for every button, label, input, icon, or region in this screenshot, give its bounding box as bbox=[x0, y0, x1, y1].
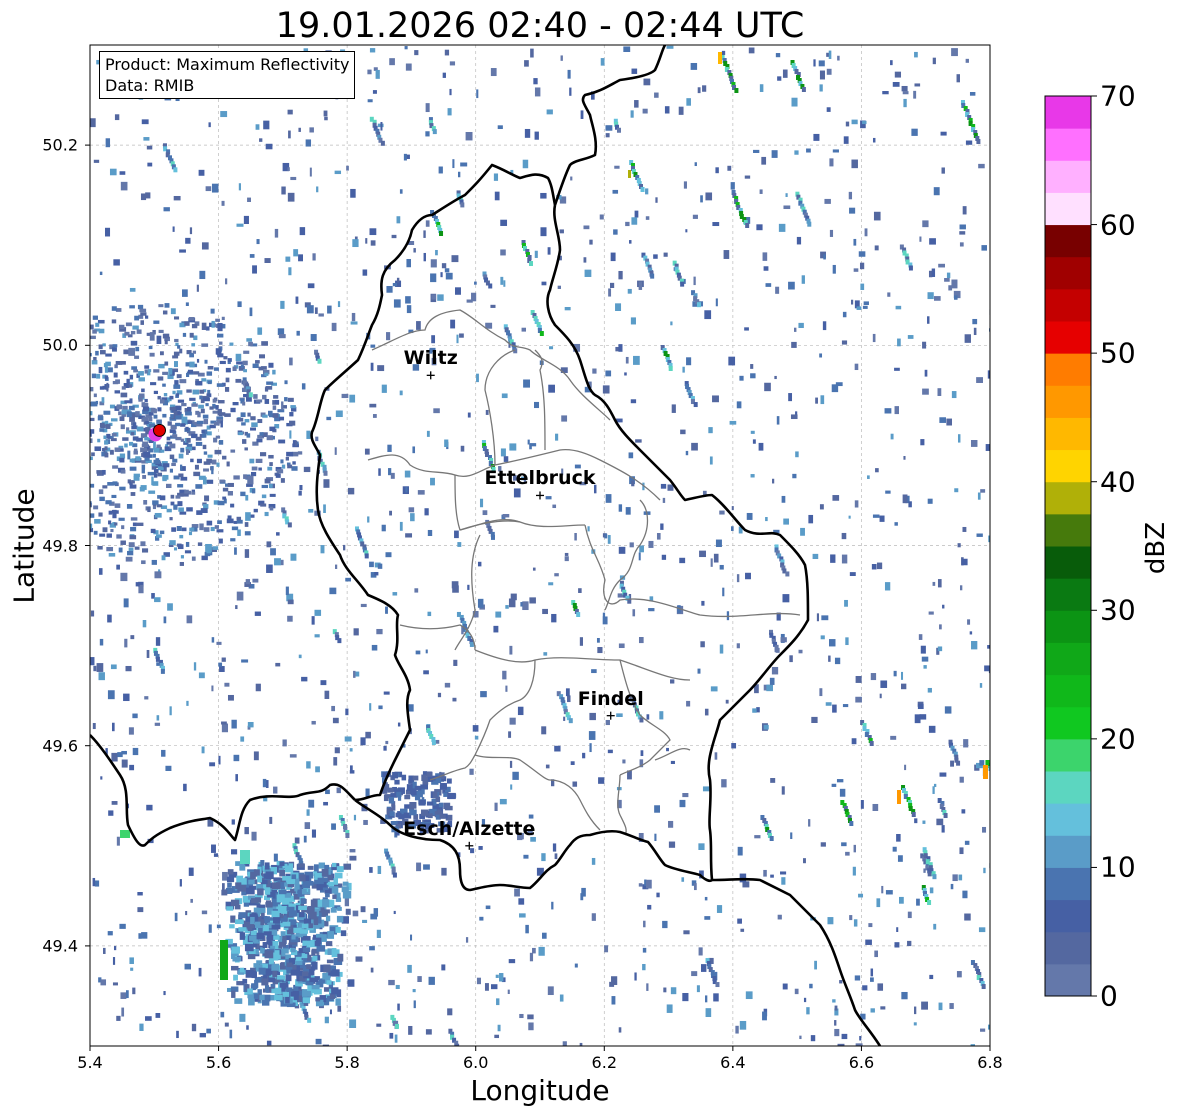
y-tick-label: 49.4 bbox=[42, 936, 78, 956]
colorbar-segment bbox=[1045, 321, 1091, 354]
colorbar-tick-label: 60 bbox=[1100, 208, 1136, 242]
colorbar-segment bbox=[1045, 288, 1091, 322]
x-tick-label: 6.8 bbox=[977, 1053, 1003, 1072]
colorbar-tick-label: 20 bbox=[1100, 722, 1136, 756]
colorbar-segment bbox=[1045, 899, 1091, 933]
x-tick-label: 5.4 bbox=[77, 1053, 103, 1072]
x-tick-label: 6.6 bbox=[848, 1053, 875, 1072]
radar-map bbox=[85, 44, 1097, 1051]
grid-lines bbox=[89, 45, 991, 1046]
y-axis-label: Latitude bbox=[7, 488, 41, 604]
colorbar-segment bbox=[1045, 192, 1091, 226]
colorbar-segment bbox=[1045, 867, 1091, 901]
x-tick-label: 6.2 bbox=[591, 1053, 618, 1072]
x-axis-label: Longitude bbox=[470, 1074, 610, 1107]
info-box: Product: Maximum Reflectivity Data: RMIB bbox=[99, 51, 356, 99]
colorbar-tick-label: 0 bbox=[1100, 979, 1118, 1013]
colorbar-tick-label: 50 bbox=[1100, 336, 1136, 370]
colorbar-segment bbox=[1045, 449, 1091, 483]
colorbar-segment bbox=[1045, 256, 1091, 290]
colorbar-tick-label: 10 bbox=[1100, 850, 1136, 884]
colorbar-segment bbox=[1045, 224, 1091, 258]
colorbar-segment bbox=[1045, 513, 1091, 547]
colorbar-segment bbox=[1045, 385, 1091, 418]
colorbar-segment bbox=[1045, 674, 1091, 708]
colorbar-segment bbox=[1045, 578, 1091, 611]
colorbar-segment bbox=[1045, 706, 1091, 740]
city-label: Wiltz bbox=[403, 347, 458, 370]
city-label: Esch/Alzette bbox=[403, 817, 536, 840]
radar-echoes bbox=[90, 45, 990, 1046]
colorbar-ticks bbox=[1091, 95, 1097, 997]
axis-ticks bbox=[85, 144, 991, 1051]
colorbar-tick-label: 30 bbox=[1100, 593, 1136, 627]
x-tick-label: 6.0 bbox=[462, 1053, 489, 1072]
city-label: Findel bbox=[577, 687, 644, 710]
y-tick-label: 50.2 bbox=[42, 135, 78, 155]
colorbar-segment bbox=[1045, 771, 1091, 804]
colorbar-segment bbox=[1045, 610, 1091, 643]
radar-site-marker bbox=[153, 423, 166, 437]
y-tick-label: 49.6 bbox=[42, 736, 78, 756]
colorbar-segment bbox=[1045, 546, 1091, 579]
colorbar-segment bbox=[1045, 803, 1091, 836]
product-label: Product: Maximum Reflectivity bbox=[105, 55, 350, 74]
colorbar-segment bbox=[1045, 931, 1091, 965]
colorbar-segment bbox=[1045, 417, 1091, 451]
x-tick-label: 5.6 bbox=[205, 1053, 232, 1072]
colorbar-segment bbox=[1045, 642, 1091, 676]
colorbar-segment bbox=[1045, 963, 1091, 997]
colorbar-segment bbox=[1045, 128, 1091, 161]
y-tick-label: 49.8 bbox=[42, 536, 78, 555]
x-tick-label: 5.8 bbox=[334, 1053, 360, 1072]
colorbar-segment bbox=[1045, 835, 1091, 868]
city-markers bbox=[426, 371, 615, 850]
colorbar-segment bbox=[1045, 353, 1091, 386]
colorbar-segment bbox=[1045, 481, 1091, 515]
y-tick-label: 50.0 bbox=[42, 335, 78, 355]
colorbar-segment bbox=[1045, 96, 1091, 129]
x-tick-label: 6.4 bbox=[720, 1053, 746, 1072]
colorbar-tick-label: 70 bbox=[1100, 79, 1136, 113]
colorbar-segment bbox=[1045, 738, 1091, 772]
colorbar bbox=[1045, 96, 1091, 997]
colorbar-segment bbox=[1045, 160, 1091, 193]
city-label: Ettelbruck bbox=[484, 467, 596, 490]
data-source-label: Data: RMIB bbox=[105, 76, 195, 95]
colorbar-tick-label: 40 bbox=[1100, 465, 1136, 499]
colorbar-label: dBZ bbox=[1141, 521, 1171, 575]
